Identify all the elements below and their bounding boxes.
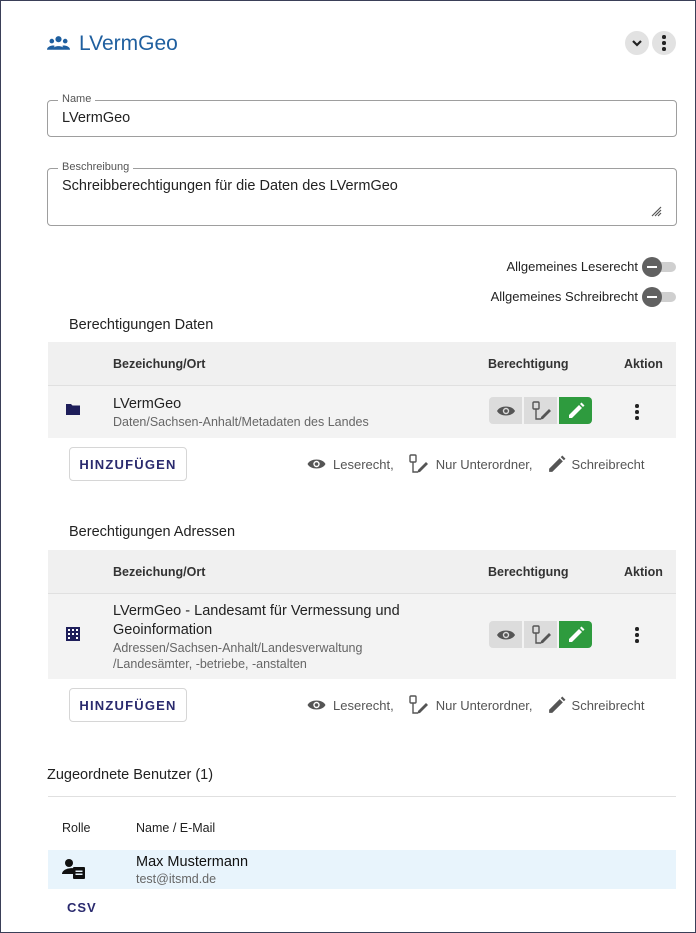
user-email: test@itsmd.de <box>136 872 217 886</box>
more-options-button[interactable] <box>652 31 676 55</box>
add-data-permission-button[interactable]: HINZUFÜGEN <box>69 447 187 481</box>
pencil-icon <box>568 626 584 642</box>
general-write-label: Allgemeines Schreibrecht <box>490 289 638 304</box>
permission-legend: Leserecht, Nur Unterordner, Schreibrecht <box>306 453 645 475</box>
description-value: Schreibberechtigungen für die Daten des … <box>62 178 398 194</box>
table-row: LVermGeo - Landesamt für Vermessung und … <box>48 594 676 679</box>
general-read-label: Allgemeines Leserecht <box>506 259 638 274</box>
table-row: LVermGeo Daten/Sachsen-Anhalt/Metadaten … <box>48 386 676 438</box>
row-title: LVermGeo - Landesamt für Vermessung und <box>113 603 400 619</box>
legend-write: Schreibrecht <box>571 456 645 472</box>
eye-icon <box>307 700 326 710</box>
subfolder-permission-button[interactable] <box>524 621 557 648</box>
subfolder-edit-icon <box>531 400 551 420</box>
description-field[interactable]: Beschreibung Schreibberechtigungen für d… <box>47 161 677 226</box>
description-label: Beschreibung <box>58 161 134 173</box>
general-write-toggle[interactable] <box>642 286 676 307</box>
read-permission-button[interactable] <box>489 621 522 648</box>
general-read-toggle-row: Allgemeines Leserecht <box>506 256 676 277</box>
eye-icon <box>307 459 326 469</box>
folder-icon <box>66 404 80 415</box>
address-permissions-title: Berechtigungen Adressen <box>69 524 236 540</box>
pencil-icon <box>548 696 566 713</box>
collapse-button[interactable] <box>625 31 649 55</box>
subfolder-edit-icon <box>531 624 551 644</box>
permission-toggle-group <box>489 397 592 424</box>
csv-export-button[interactable]: CSV <box>67 900 97 915</box>
column-permission: Berechtigung <box>488 565 569 579</box>
legend-subfolder: Nur Unterordner, <box>435 697 533 713</box>
name-label: Name <box>58 93 96 105</box>
column-permission: Berechtigung <box>488 357 569 371</box>
add-address-permission-button[interactable]: HINZUFÜGEN <box>69 688 187 722</box>
data-permissions-header: Bezeichung/Ort Berechtigung Aktion <box>48 342 676 385</box>
permission-toggle-group <box>489 621 592 648</box>
subfolder-edit-icon <box>409 695 428 714</box>
legend-subfolder: Nur Unterordner, <box>435 456 533 472</box>
row-title: LVermGeo <box>113 396 182 412</box>
user-role-icon <box>62 859 85 879</box>
section-divider <box>48 796 676 797</box>
subfolder-edit-icon <box>409 454 428 473</box>
legend-write: Schreibrecht <box>571 697 645 713</box>
address-permissions-header: Bezeichung/Ort Berechtigung Aktion <box>48 550 676 593</box>
pencil-icon <box>548 455 566 472</box>
table-row[interactable]: Max Mustermann test@itsmd.de <box>48 850 676 889</box>
group-icon <box>47 35 70 56</box>
column-location: Bezeichung/Ort <box>113 357 206 371</box>
row-path: Adressen/Sachsen-Anhalt/Landesverwaltung <box>113 641 363 655</box>
eye-icon <box>496 630 515 639</box>
read-permission-button[interactable] <box>489 397 522 424</box>
column-role: Rolle <box>62 821 91 835</box>
row-title-continued: Geoinformation <box>113 622 213 638</box>
column-action: Aktion <box>624 565 663 579</box>
user-name: Max Mustermann <box>136 854 249 870</box>
column-location: Bezeichung/Ort <box>113 565 206 579</box>
write-permission-button[interactable] <box>559 621 592 648</box>
column-name-email: Name / E-Mail <box>136 821 216 835</box>
row-path: Daten/Sachsen-Anhalt/Metadaten des Lande… <box>113 415 369 429</box>
row-action-menu[interactable] <box>632 403 642 421</box>
pencil-icon <box>568 402 584 418</box>
more-vert-icon <box>659 34 669 52</box>
write-permission-button[interactable] <box>559 397 592 424</box>
column-action: Aktion <box>624 357 663 371</box>
legend-read: Leserecht, <box>333 697 394 713</box>
eye-icon <box>496 406 515 415</box>
name-value: LVermGeo <box>62 110 131 126</box>
permission-legend: Leserecht, Nur Unterordner, Schreibrecht <box>306 694 645 716</box>
data-permissions-title: Berechtigungen Daten <box>69 317 214 333</box>
assigned-users-title: Zugeordnete Benutzer (1) <box>47 767 214 783</box>
subfolder-permission-button[interactable] <box>524 397 557 424</box>
chevron-down-icon <box>632 40 642 47</box>
row-path-continued: /Landesämter, -betriebe, -anstalten <box>113 657 307 671</box>
general-write-toggle-row: Allgemeines Schreibrecht <box>490 286 676 307</box>
resize-handle-icon[interactable] <box>650 205 662 217</box>
building-icon <box>66 627 80 641</box>
page-title: LVermGeo <box>79 32 178 55</box>
legend-read: Leserecht, <box>333 456 394 472</box>
name-field[interactable]: Name LVermGeo <box>47 93 677 137</box>
general-read-toggle[interactable] <box>642 256 676 277</box>
row-action-menu[interactable] <box>632 626 642 644</box>
